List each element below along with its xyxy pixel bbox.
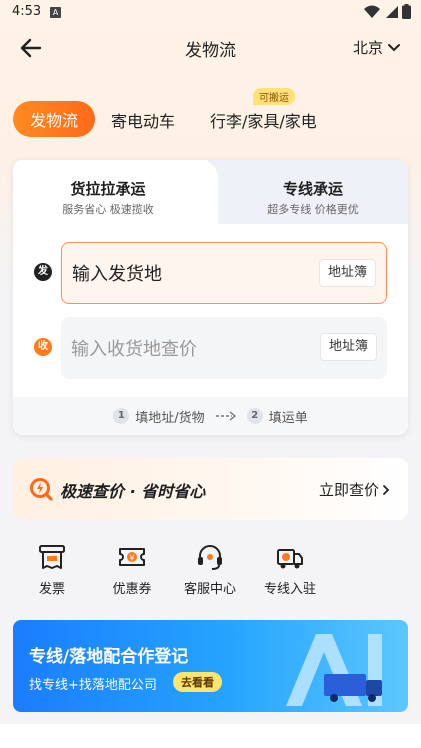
headset-icon <box>198 545 222 570</box>
tab-dedicated-title: 专线承运 <box>282 180 343 198</box>
sender-badge: 发 <box>34 263 52 281</box>
service-grid: 发票 ¥ 优惠券 客服中心 专线入驻 <box>0 542 421 602</box>
step-1-number: 1 <box>113 408 130 424</box>
banner-go-button[interactable]: 去看看 <box>173 672 222 692</box>
banner-title: 专线/落地配合作登记 <box>29 647 189 667</box>
receiver-placeholder: 输入收货地查价 <box>71 339 197 360</box>
service-customer-center-label: 客服中心 <box>183 582 236 597</box>
coupon-icon: ¥ <box>119 548 145 566</box>
receiver-badge: 收 <box>34 338 52 356</box>
battery-icon <box>402 4 411 19</box>
service-line-join[interactable]: 专线入驻 <box>250 542 330 597</box>
service-invoice[interactable]: 发票 <box>12 542 92 597</box>
banner-subtitle: 找专线+找落地配公司 <box>29 678 157 693</box>
service-coupon[interactable]: ¥ 优惠券 <box>92 542 172 597</box>
signal-icon <box>386 5 398 18</box>
service-line-join-label: 专线入驻 <box>263 582 316 597</box>
city-label: 北京 <box>352 39 383 57</box>
tab-ebike[interactable]: 寄电动车 <box>111 108 175 132</box>
city-selector[interactable]: 北京 <box>353 37 401 58</box>
step-2-number: 2 <box>246 408 263 424</box>
sender-placeholder: 输入发货地 <box>72 264 162 285</box>
svg-text:¥: ¥ <box>129 554 134 563</box>
service-coupon-label: 优惠券 <box>112 582 152 597</box>
tab-logistics[interactable]: 发物流 <box>13 101 95 137</box>
receiver-row: 收 输入收货地查价 地址簿 <box>13 317 408 379</box>
quote-now-link[interactable]: 立即查价 <box>319 479 390 500</box>
lightning-search-icon <box>30 478 53 501</box>
dashed-arrow-icon <box>215 411 236 421</box>
nav-bar: 发物流 北京 <box>0 30 421 66</box>
movable-badge: 可搬运 <box>253 88 295 105</box>
tab-dedicated-line[interactable]: 专线承运 超多专线 价格更优 <box>218 178 408 217</box>
step-1-label: 填地址/货物 <box>135 410 205 426</box>
order-card: 货拉拉承运 服务省心 极速揽收 专线承运 超多专线 价格更优 发 输入发货地 地… <box>13 160 408 435</box>
step-indicator: 1 填地址/货物 2 填运单 <box>13 397 408 435</box>
receiver-address-input[interactable]: 输入收货地查价 地址簿 <box>61 317 387 379</box>
service-invoice-label: 发票 <box>38 582 65 597</box>
tab-dedicated-subtitle: 超多专线 价格更优 <box>267 203 359 216</box>
tab-huolala-title: 货拉拉承运 <box>70 180 146 198</box>
status-icons <box>364 4 411 19</box>
tab-huolala[interactable]: 货拉拉承运 服务省心 极速揽收 <box>13 178 203 217</box>
category-tabs: 发物流 寄电动车 行李/家具/家电 可搬运 <box>13 88 413 137</box>
truck-join-icon <box>277 549 303 569</box>
chevron-down-icon <box>388 43 400 51</box>
service-customer-center[interactable]: 客服中心 <box>170 542 250 597</box>
partner-registration-banner[interactable]: 专线/落地配合作登记 找专线+找落地配公司 去看看 <box>13 620 408 712</box>
sender-row: 发 输入发货地 地址簿 <box>13 242 408 304</box>
sender-address-book-button[interactable]: 地址簿 <box>318 259 376 287</box>
status-time: 4:53 <box>12 4 42 19</box>
receiver-address-book-button[interactable]: 地址簿 <box>319 333 377 361</box>
invoice-icon <box>39 545 65 569</box>
sender-address-input[interactable]: 输入发货地 地址簿 <box>61 242 387 304</box>
status-bar: 4:53 A <box>0 0 421 26</box>
wifi-icon <box>364 5 380 18</box>
tab-huolala-subtitle: 服务省心 极速揽收 <box>62 203 154 216</box>
promo-title: 极速查价 · 省时省心 <box>60 482 206 501</box>
quick-quote-banner[interactable]: 极速查价 · 省时省心 立即查价 <box>13 458 408 520</box>
step-2-label: 填运单 <box>268 410 308 426</box>
ai-truck-illustration-icon <box>286 634 382 706</box>
notification-icon: A <box>50 7 61 18</box>
bottom-strip <box>0 724 421 748</box>
tab-luggage-furniture[interactable]: 行李/家具/家电 <box>210 108 317 132</box>
quote-now-label: 立即查价 <box>318 481 379 499</box>
chevron-right-icon <box>383 484 390 495</box>
